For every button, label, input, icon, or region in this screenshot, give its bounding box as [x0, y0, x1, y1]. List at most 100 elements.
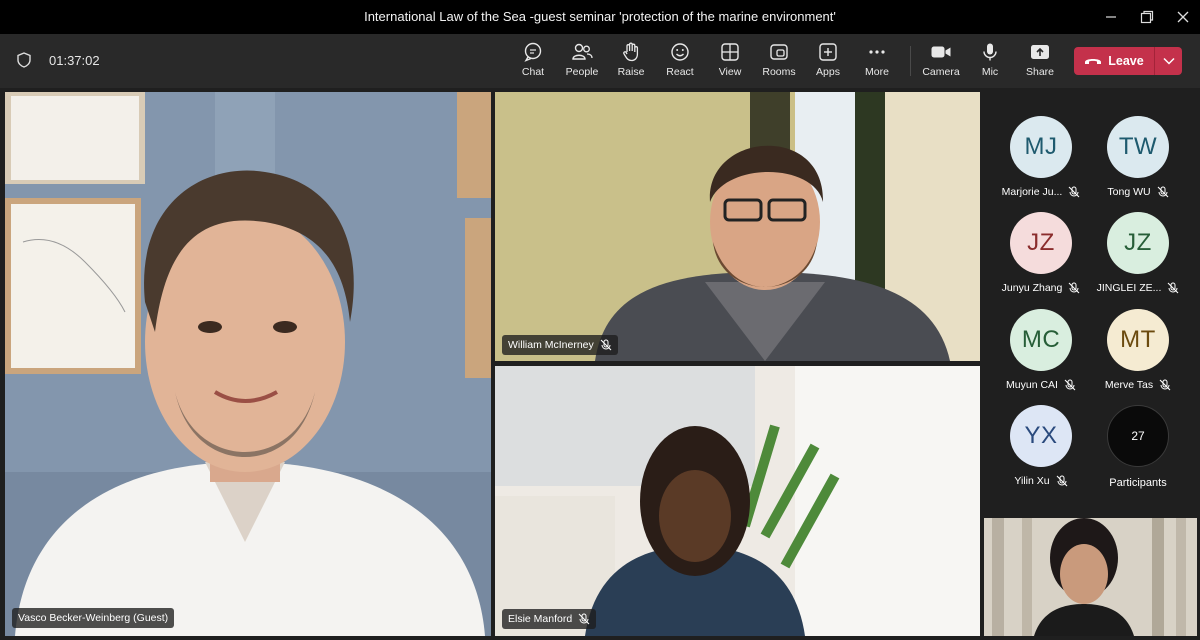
mic-off-icon [1064, 379, 1076, 391]
avatar: MJ [1010, 116, 1072, 178]
mic-off-icon [1167, 282, 1179, 294]
mic-off-icon [1068, 282, 1080, 294]
apps-label: Apps [816, 66, 840, 78]
participants-label: Participants [1109, 477, 1167, 489]
toolbar-divider [910, 46, 911, 76]
share-screen-icon [1031, 45, 1049, 59]
grid-view-icon [721, 43, 739, 61]
mic-off-icon [600, 339, 612, 351]
view-label: View [718, 66, 742, 78]
apps-button[interactable]: Apps [804, 42, 852, 82]
microphone-icon [983, 43, 997, 61]
video-feed-bottom-right [495, 366, 980, 636]
avatar: YX [1010, 405, 1072, 467]
more-dots-icon [869, 50, 885, 54]
chat-label: Chat [521, 66, 545, 78]
react-label: React [666, 66, 694, 78]
camera-icon [931, 46, 951, 58]
participant-name-top-right: William McInerney [508, 339, 594, 351]
chevron-down-icon [1162, 57, 1175, 65]
apps-plus-icon [819, 43, 837, 61]
gallery-person[interactable]: JZ JINGLEI ZE... [1086, 212, 1190, 308]
video-tile-bottom-right[interactable]: Elsie Manford [495, 366, 980, 636]
restore-icon [1140, 10, 1154, 24]
people-button[interactable]: People [558, 42, 606, 82]
meeting-toolbar: 01:37:02 Chat People Raise React View Ro… [0, 34, 1200, 88]
participant-name: Yilin Xu [1014, 475, 1050, 487]
avatar: MC [1010, 309, 1072, 371]
gallery-person[interactable]: TW Tong WU [1086, 116, 1190, 212]
share-button[interactable]: Share [1016, 42, 1064, 82]
close-icon [1177, 11, 1189, 23]
more-label: More [865, 66, 889, 78]
avatar: JZ [1010, 212, 1072, 274]
leave-button[interactable]: Leave [1074, 47, 1154, 75]
people-label: People [565, 66, 599, 78]
mic-off-icon [1159, 379, 1171, 391]
avatar: TW [1107, 116, 1169, 178]
participant-name: Tong WU [1107, 186, 1151, 198]
participant-name: JINGLEI ZE... [1096, 282, 1162, 294]
gallery-person[interactable]: MC Muyun CAI [989, 309, 1093, 405]
video-tile-main[interactable]: Vasco Becker-Weinberg (Guest) [5, 92, 491, 636]
participant-name: Marjorie Ju... [1001, 186, 1063, 198]
participant-nametag-top-right: William McInerney [502, 335, 618, 355]
hang-up-phone-icon [1085, 59, 1102, 64]
video-tile-top-right[interactable]: William McInerney [495, 92, 980, 361]
camera-button[interactable]: Camera [917, 42, 965, 82]
participant-name: Junyu Zhang [1001, 282, 1063, 294]
participant-name-bottom-right: Elsie Manford [508, 613, 573, 625]
mic-label: Mic [981, 66, 999, 78]
leave-options-button[interactable] [1155, 47, 1182, 75]
gallery-person[interactable]: MT Merve Tas [1086, 309, 1190, 405]
rooms-button[interactable]: Rooms [755, 42, 803, 82]
chat-button[interactable]: Chat [509, 42, 557, 82]
people-icon [572, 43, 593, 60]
participant-name-main: Vasco Becker-Weinberg (Guest) [18, 612, 169, 624]
window-title: International Law of the Sea -guest semi… [364, 9, 836, 24]
participant-name-row: Junyu Zhang [989, 282, 1093, 294]
self-view-video [984, 518, 1197, 636]
gallery-person[interactable]: MJ Marjorie Ju... [989, 116, 1093, 212]
participant-name: Merve Tas [1104, 379, 1154, 391]
participant-name-row: Yilin Xu [989, 475, 1093, 487]
video-feed-top-right [495, 92, 980, 361]
participant-name-row: JINGLEI ZE... [1086, 282, 1190, 294]
participant-name: Muyun CAI [1006, 379, 1058, 391]
more-button[interactable]: More [853, 42, 901, 82]
participant-name-row: Muyun CAI [989, 379, 1093, 391]
raise-label: Raise [617, 66, 645, 78]
participant-name-row: Merve Tas [1086, 379, 1190, 391]
rooms-icon [770, 44, 788, 60]
leave-label: Leave [1108, 54, 1144, 68]
view-button[interactable]: View [706, 42, 754, 82]
minimize-icon [1106, 16, 1116, 18]
mic-off-icon [1056, 475, 1067, 487]
video-feed-main [5, 92, 491, 636]
mic-button[interactable]: Mic [966, 42, 1014, 82]
mic-off-icon [1068, 186, 1080, 198]
participant-nametag-bottom-right: Elsie Manford [502, 609, 597, 629]
shield-icon[interactable] [17, 52, 31, 68]
gallery-person[interactable]: YX Yilin Xu [989, 405, 1093, 501]
title-bar: International Law of the Sea -guest semi… [0, 0, 1200, 34]
hand-icon [623, 42, 639, 62]
avatar: JZ [1107, 212, 1169, 274]
close-button[interactable] [1160, 0, 1200, 34]
avatar: MT [1107, 309, 1169, 371]
react-button[interactable]: React [656, 42, 704, 82]
smiley-icon [671, 43, 689, 61]
camera-label: Camera [922, 66, 960, 78]
share-label: Share [1025, 66, 1055, 78]
participants-overflow-button[interactable]: 27 Participants [1086, 405, 1190, 501]
participant-name-row: Marjorie Ju... [989, 186, 1093, 198]
participant-name-row: Tong WU [1086, 186, 1190, 198]
self-view-tile[interactable] [984, 518, 1197, 636]
leave-button-group: Leave [1074, 47, 1182, 75]
participant-gallery: MJ Marjorie Ju... TW Tong WU JZ Junyu Zh… [981, 92, 1200, 518]
mic-off-icon [578, 613, 590, 625]
participant-nametag-main: Vasco Becker-Weinberg (Guest) [12, 608, 175, 628]
meeting-timer: 01:37:02 [49, 53, 100, 68]
raise-hand-button[interactable]: Raise [607, 42, 655, 82]
gallery-person[interactable]: JZ Junyu Zhang [989, 212, 1093, 308]
